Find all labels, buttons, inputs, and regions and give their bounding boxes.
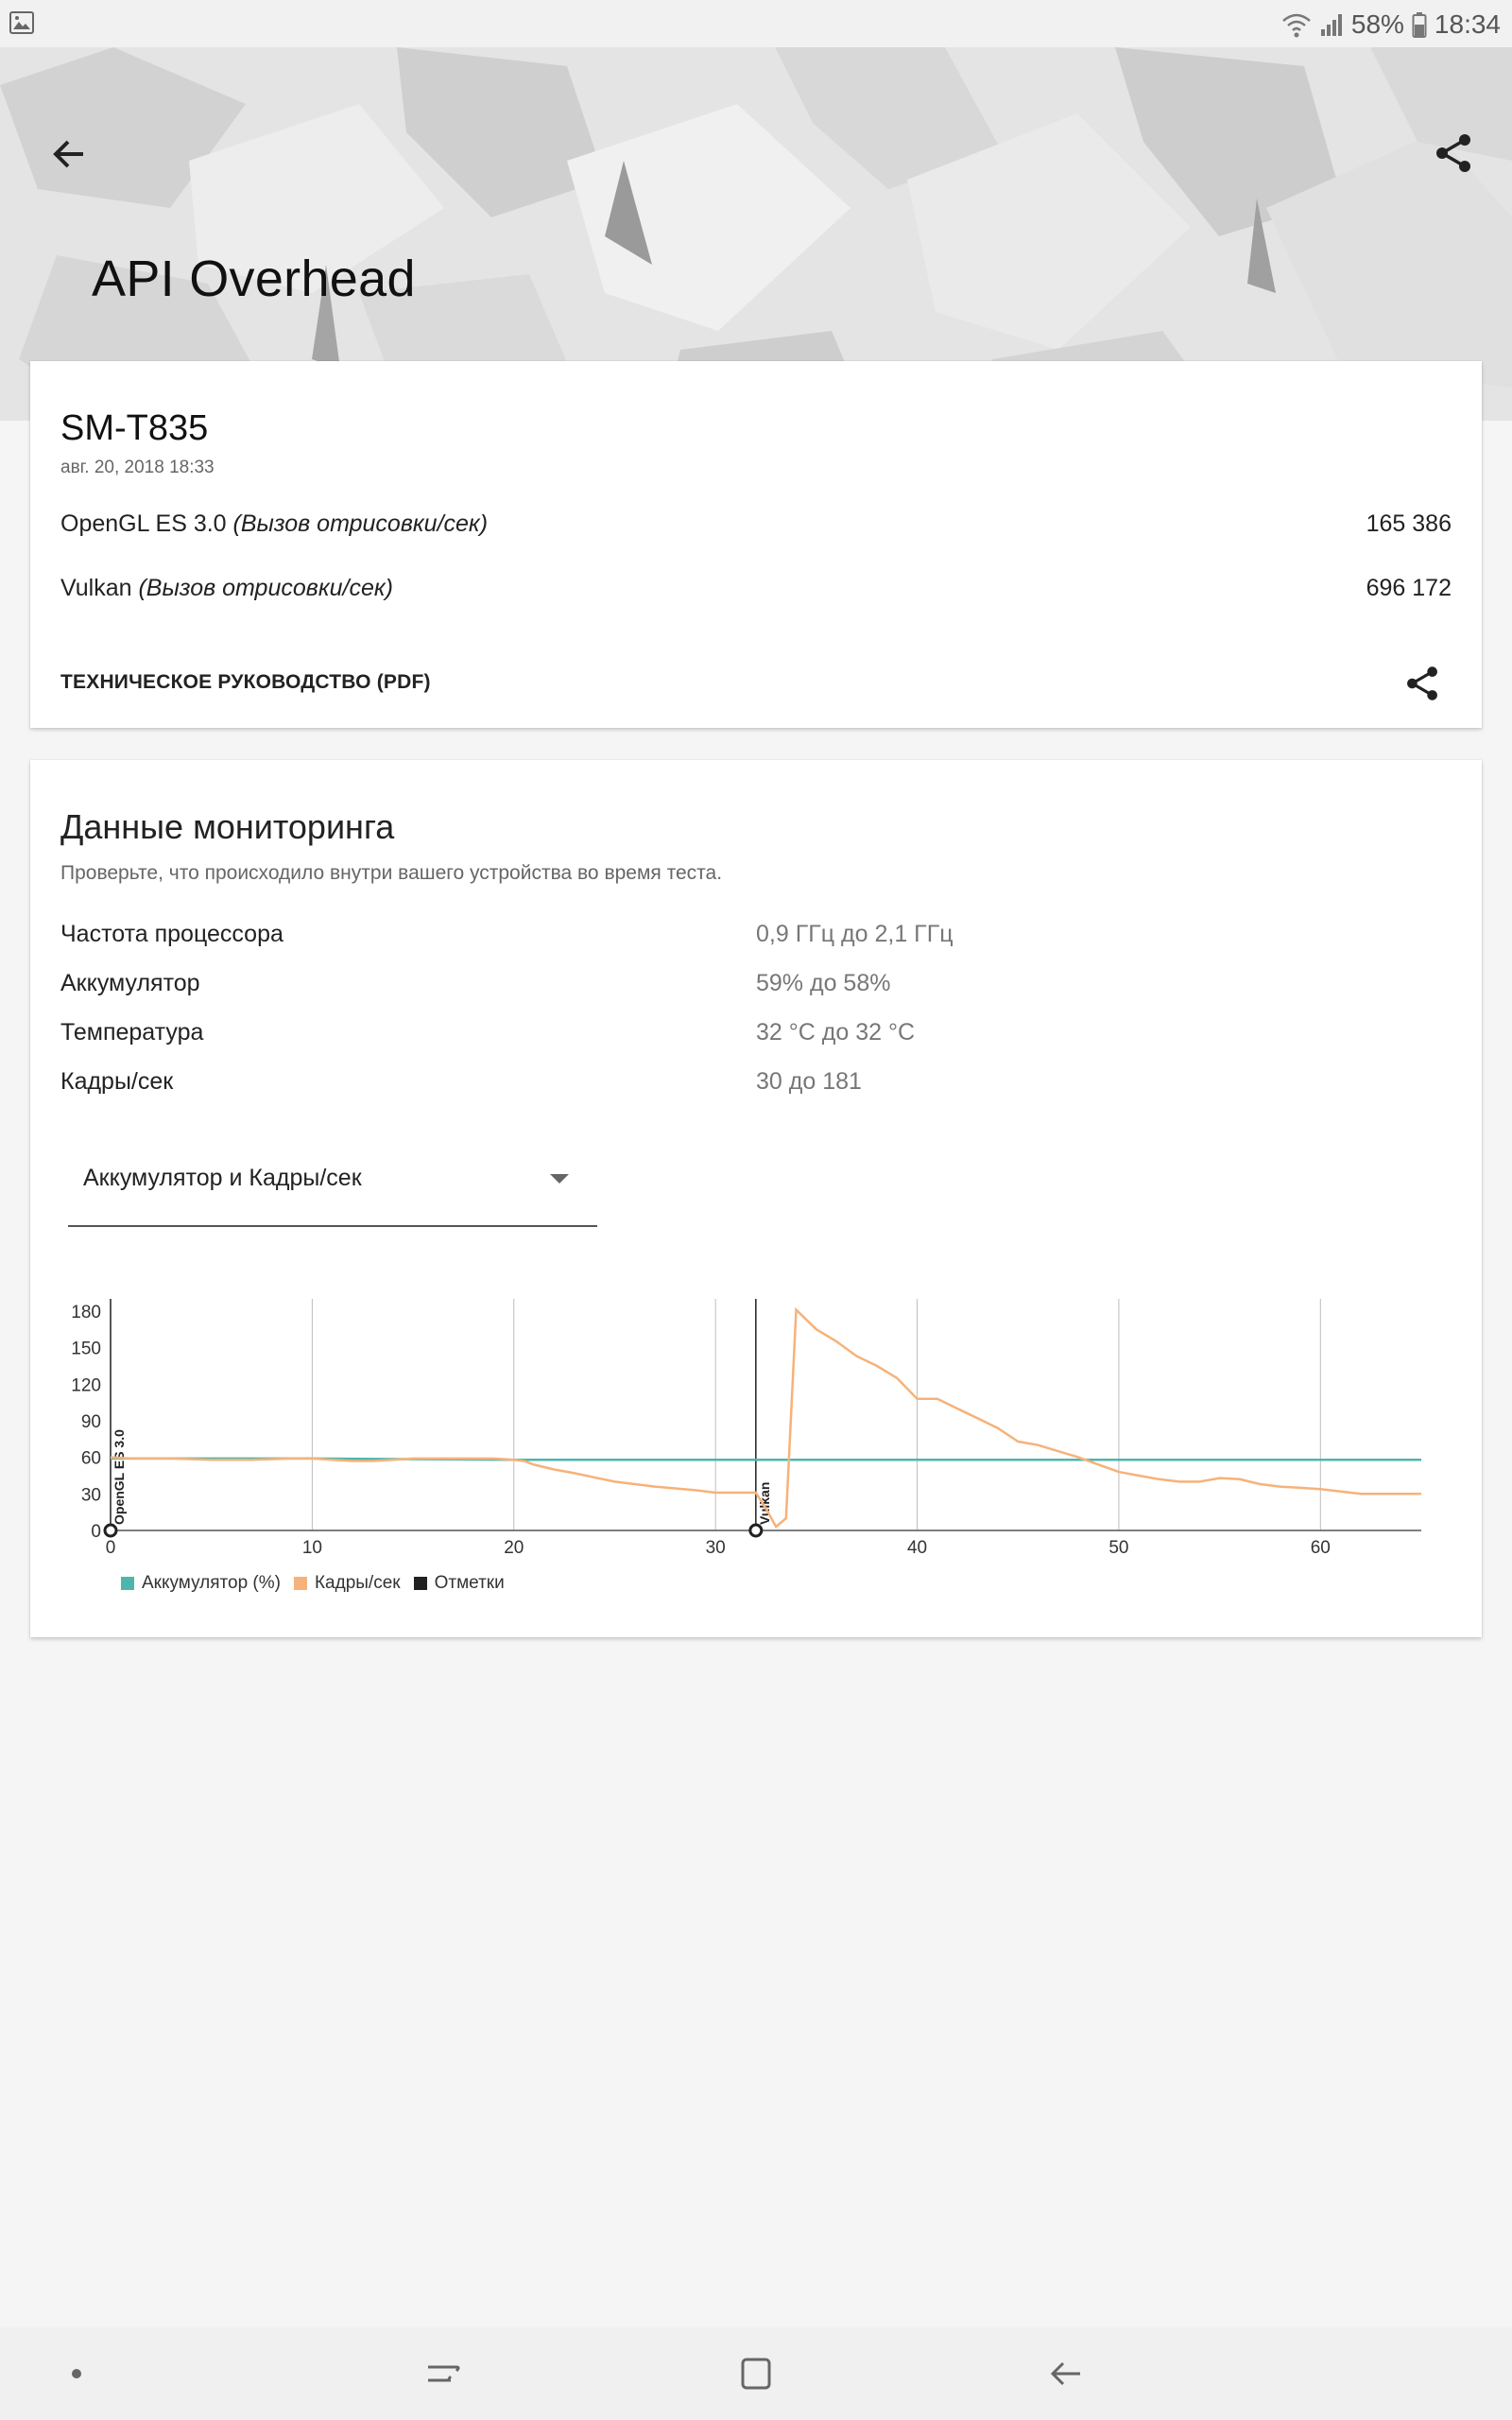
monitor-row-battery: Аккумулятор 59% до 58% — [60, 970, 1194, 1004]
chart-type-dropdown[interactable]: Аккумулятор и Кадры/сек — [68, 1150, 597, 1227]
score-value: 696 172 — [1366, 575, 1452, 601]
legend-swatch — [121, 1577, 134, 1590]
legend-swatch — [413, 1577, 427, 1590]
monitor-value: 59% до 58% — [756, 970, 891, 996]
x-tick-label: 0 — [106, 1538, 116, 1554]
score-value: 165 386 — [1366, 510, 1452, 537]
score-name: OpenGL ES 3.0 — [60, 510, 233, 537]
marker-point — [748, 1523, 764, 1538]
signal-icon — [1320, 14, 1342, 36]
monitor-label: Кадры/сек — [60, 1068, 174, 1095]
y-tick-label: 30 — [81, 1485, 101, 1505]
chart-legend: Аккумулятор (%) Кадры/сек Отметки — [121, 1573, 505, 1594]
x-tick-label: 60 — [1311, 1538, 1331, 1554]
monitor-label: Частота процессора — [60, 921, 284, 947]
device-name: SM-T835 — [60, 408, 209, 448]
monitor-label: Температура — [60, 1019, 204, 1046]
monitoring-subtitle: Проверьте, что происходило внутри вашего… — [60, 862, 723, 884]
share-icon[interactable] — [1400, 662, 1444, 705]
wifi-icon — [1282, 13, 1311, 38]
legend-item: Кадры/сек — [293, 1573, 401, 1594]
y-tick-label: 120 — [71, 1375, 101, 1395]
monitor-row-fps: Кадры/сек 30 до 181 — [60, 1068, 1194, 1102]
test-date: авг. 20, 2018 18:33 — [60, 458, 215, 477]
monitoring-card: Данные мониторинга Проверьте, что происх… — [30, 760, 1482, 1637]
x-tick-label: 40 — [907, 1538, 927, 1554]
home-icon[interactable] — [732, 2350, 780, 2397]
legend-label: Кадры/сек — [314, 1573, 401, 1593]
clock: 18:34 — [1434, 9, 1501, 39]
system-nav-bar — [0, 2327, 1512, 2420]
score-row-opengl: OpenGL ES 3.0 (Вызов отрисовки/сек) 165 … — [60, 510, 1452, 544]
result-card: SM-T835 авг. 20, 2018 18:33 OpenGL ES 3.… — [30, 361, 1482, 728]
x-tick-label: 20 — [504, 1538, 524, 1554]
back-icon[interactable] — [1042, 2350, 1090, 2397]
battery-percent: 58% — [1350, 9, 1404, 39]
legend-item: Отметки — [413, 1573, 505, 1594]
x-tick-label: 10 — [302, 1538, 322, 1554]
score-unit: (Вызов отрисовки/сек) — [138, 575, 393, 601]
monitor-row-cpu: Частота процессора 0,9 ГГц до 2,1 ГГц — [60, 921, 1194, 955]
x-tick-label: 50 — [1108, 1538, 1128, 1554]
monitoring-title: Данные мониторинга — [60, 807, 395, 846]
dropdown-selected: Аккумулятор и Кадры/сек — [83, 1165, 362, 1191]
status-bar: 58% 18:34 — [0, 0, 1512, 47]
legend-item: Аккумулятор (%) — [121, 1573, 281, 1594]
monitor-value: 0,9 ГГц до 2,1 ГГц — [756, 921, 954, 947]
page-title: API Overhead — [92, 251, 416, 307]
monitor-value: 30 до 181 — [756, 1068, 862, 1095]
y-tick-label: 180 — [71, 1303, 101, 1322]
monitor-row-temperature: Температура 32 °C до 32 °C — [60, 1019, 1194, 1053]
battery-icon — [1412, 12, 1427, 38]
dropdown-arrow-icon — [550, 1174, 569, 1184]
marker-label: OpenGL ES 3.0 — [112, 1429, 127, 1525]
monitor-label: Аккумулятор — [60, 970, 200, 996]
share-icon[interactable] — [1429, 129, 1478, 178]
marker-label: Vulkan — [757, 1482, 772, 1525]
recents-icon[interactable] — [419, 2350, 466, 2397]
monitor-value: 32 °C до 32 °C — [756, 1019, 915, 1046]
score-row-vulkan: Vulkan (Вызов отрисовки/сек) 696 172 — [60, 575, 1452, 609]
score-unit: (Вызов отрисовки/сек) — [232, 510, 489, 537]
gallery-icon — [9, 11, 34, 34]
legend-swatch — [293, 1577, 307, 1590]
dot-icon[interactable] — [53, 2350, 100, 2397]
marker-point — [103, 1523, 118, 1538]
y-tick-label: 150 — [71, 1340, 101, 1359]
y-tick-label: 0 — [91, 1522, 101, 1542]
x-tick-label: 30 — [706, 1538, 726, 1554]
monitoring-chart: 0 10 20 30 40 50 60 0 30 60 90 120 150 180 OpenGL ES 3… — [71, 1299, 1421, 1554]
legend-label: Отметки — [434, 1573, 505, 1593]
legend-label: Аккумулятор (%) — [142, 1573, 281, 1593]
y-tick-label: 90 — [81, 1412, 101, 1432]
score-name: Vulkan — [60, 575, 139, 601]
back-arrow-icon[interactable] — [45, 130, 93, 178]
technical-guide-link[interactable]: ТЕХНИЧЕСКОЕ РУКОВОДСТВО (PDF) — [60, 671, 431, 694]
status-icons: 58% 18:34 — [1281, 8, 1501, 42]
y-tick-label: 60 — [81, 1449, 101, 1469]
